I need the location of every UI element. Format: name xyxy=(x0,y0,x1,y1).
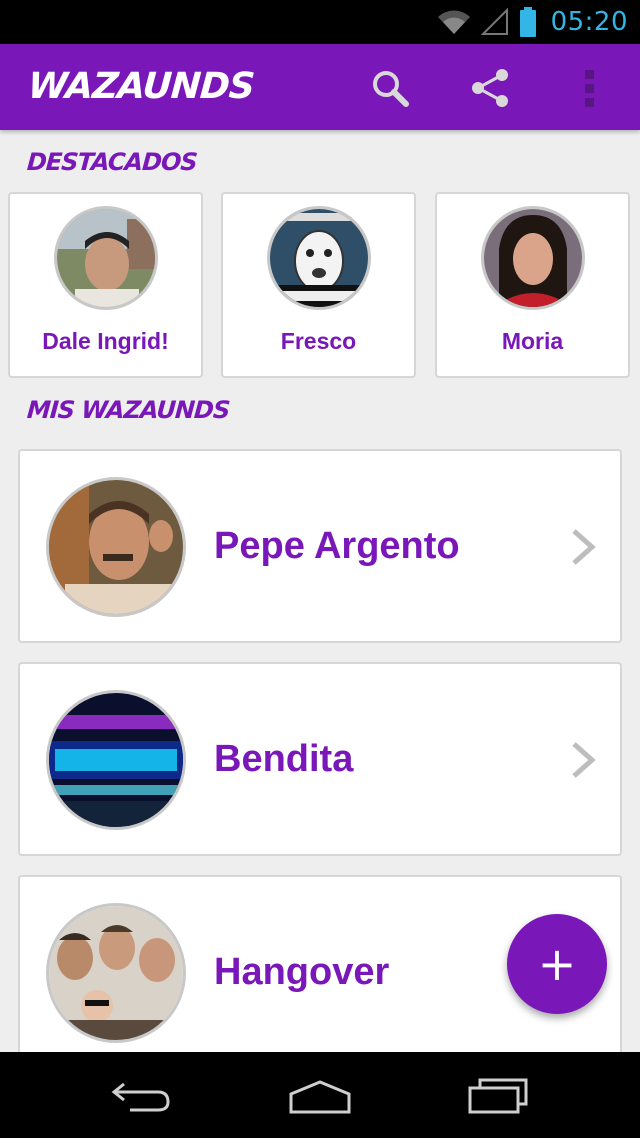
back-button[interactable] xyxy=(102,1072,182,1120)
share-button[interactable] xyxy=(466,64,514,112)
status-bar: 05:20 xyxy=(0,0,640,44)
featured-label: Dale Ingrid! xyxy=(42,328,169,354)
search-button[interactable] xyxy=(366,64,414,112)
featured-card-dale-ingrid[interactable]: Dale Ingrid! xyxy=(8,192,203,378)
back-icon xyxy=(111,1082,170,1112)
featured-row: Dale Ingrid! Fresco Moria xyxy=(8,192,634,378)
recents-icon xyxy=(468,1078,528,1114)
avatar-meme-face xyxy=(267,206,371,310)
add-icon: + xyxy=(537,937,577,991)
avatar-tv-show-logo xyxy=(46,690,186,830)
app-bar: WAZAUNDS xyxy=(0,44,640,130)
list-item-pepe-argento[interactable]: Pepe Argento xyxy=(18,449,622,643)
wifi-icon xyxy=(437,9,471,35)
featured-label: Moria xyxy=(501,328,564,354)
featured-label: Fresco xyxy=(280,328,357,354)
chevron-right-icon xyxy=(572,529,596,565)
app-title: WAZAUNDS xyxy=(26,66,256,107)
list-item-bendita[interactable]: Bendita xyxy=(18,662,622,856)
featured-section-title: DESTACADOS xyxy=(26,148,198,176)
home-icon xyxy=(289,1080,351,1114)
home-button[interactable] xyxy=(280,1072,360,1120)
overflow-menu-icon xyxy=(585,70,594,107)
featured-card-fresco[interactable]: Fresco xyxy=(221,192,416,378)
recents-button[interactable] xyxy=(458,1072,538,1120)
featured-card-moria[interactable]: Moria xyxy=(435,192,630,378)
search-icon xyxy=(373,71,409,107)
share-icon xyxy=(472,69,508,107)
status-time: 05:20 xyxy=(550,7,628,37)
add-button[interactable]: + xyxy=(507,914,607,1014)
navigation-bar xyxy=(0,1052,640,1138)
avatar-boy-photo xyxy=(54,206,158,310)
list-item-label: Bendita xyxy=(214,738,354,780)
overflow-menu-button[interactable] xyxy=(566,64,614,112)
signal-icon xyxy=(480,8,509,36)
avatar-man-photo xyxy=(46,477,186,617)
list-item-label: Pepe Argento xyxy=(214,525,460,567)
avatar-movie-poster xyxy=(46,903,186,1043)
avatar-woman-photo xyxy=(481,206,585,310)
list-item-label: Hangover xyxy=(214,951,390,993)
battery-icon xyxy=(519,7,537,37)
chevron-right-icon xyxy=(572,742,596,778)
mine-section-title: MIS WAZAUNDS xyxy=(26,396,231,424)
